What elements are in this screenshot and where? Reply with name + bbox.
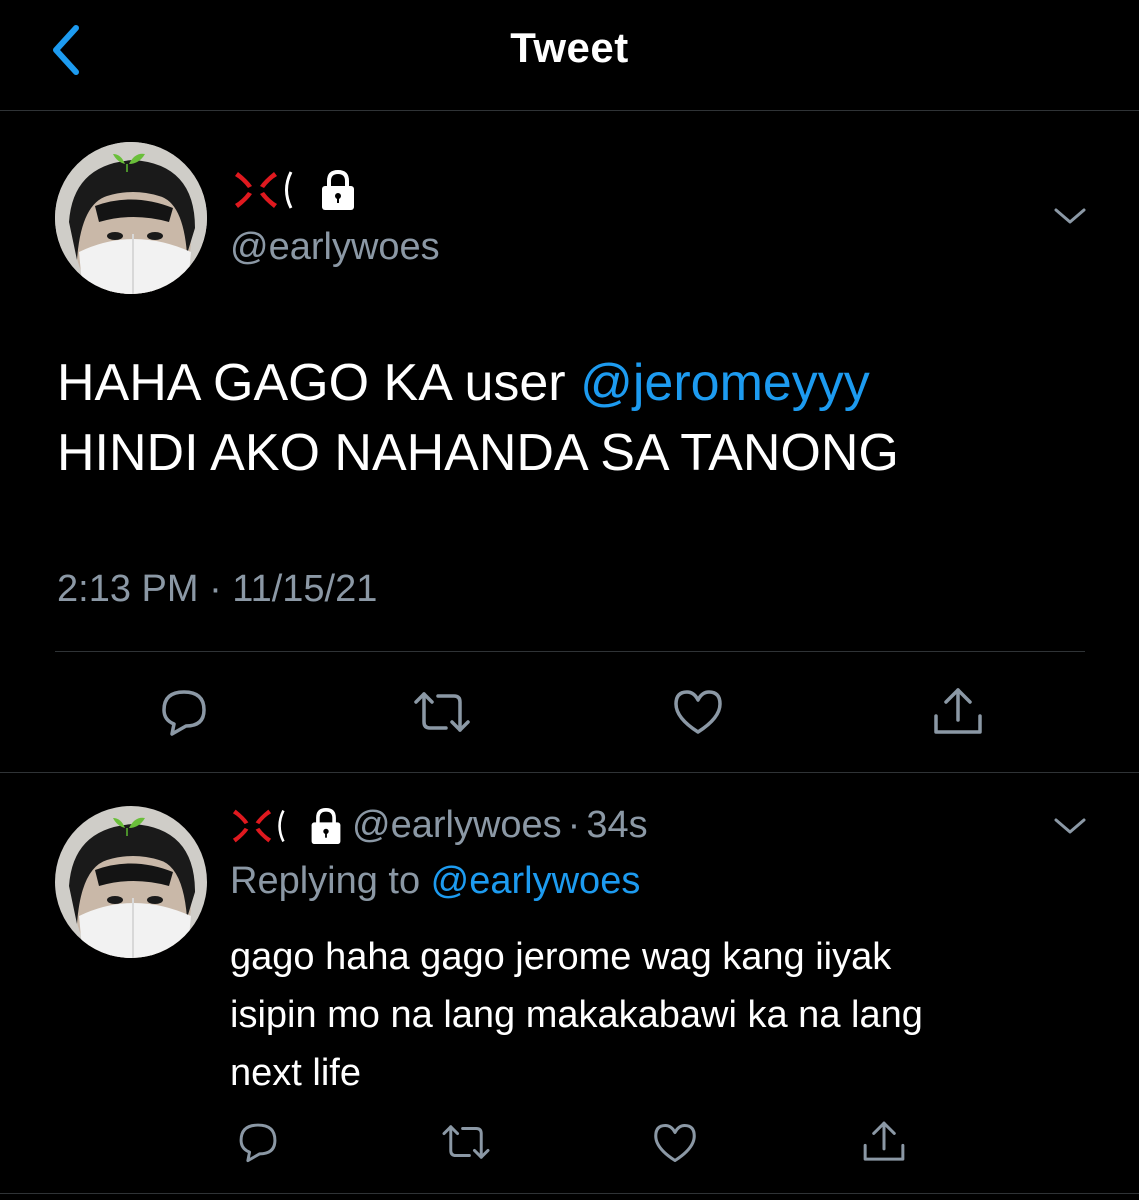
tweet-timestamp[interactable]: 2:13 PM · 11/15/21 — [57, 568, 377, 611]
reply-text: gago haha gago jerome wag kang iiyak isip… — [230, 928, 1090, 1102]
replying-prefix: Replying to — [230, 860, 431, 902]
reply-icon — [239, 1123, 277, 1163]
avatar[interactable] — [55, 806, 207, 958]
retweet-icon — [442, 1125, 490, 1159]
like-button[interactable] — [672, 688, 724, 741]
share-icon — [863, 1121, 905, 1161]
divider — [0, 1193, 1139, 1194]
replying-to-link[interactable]: @earlywoes — [431, 860, 641, 902]
divider — [0, 772, 1139, 773]
retweet-button[interactable] — [440, 1120, 492, 1169]
divider — [55, 651, 1085, 652]
meta-separator: · — [567, 804, 581, 846]
lock-icon — [311, 807, 341, 844]
chevron-down-icon — [1054, 208, 1086, 224]
chevron-down-icon — [1054, 818, 1086, 834]
like-icon — [654, 1123, 696, 1163]
tweet-text-line2: HINDI AKO NAHANDA SA TANONG — [57, 424, 899, 482]
paren-glyph — [278, 809, 285, 842]
reply-text-line2: isipin mo na lang makakabawi ka na lang — [230, 994, 923, 1036]
replying-to: Replying to @earlywoes — [230, 860, 640, 903]
retweet-icon — [414, 692, 470, 732]
tweet-text-part: HAHA GAGO KA user — [57, 354, 581, 412]
anger-symbol-icon — [232, 809, 272, 842]
anger-symbol-icon — [235, 172, 277, 208]
lock-icon — [322, 169, 354, 210]
share-button[interactable] — [860, 1118, 908, 1171]
share-icon — [934, 688, 982, 734]
profile-photo — [55, 806, 207, 958]
reply-button[interactable] — [158, 686, 210, 743]
share-button[interactable] — [930, 684, 986, 745]
like-button[interactable] — [652, 1122, 698, 1169]
reply-time-ago[interactable]: 34s — [586, 804, 647, 847]
top-nav-bar: Tweet — [0, 0, 1139, 111]
profile-photo — [55, 142, 207, 294]
reply-text-line3: next life — [230, 1052, 361, 1094]
paren-glyph — [285, 171, 293, 209]
tweet-menu-button[interactable] — [1050, 200, 1090, 237]
reply-menu-button[interactable] — [1050, 810, 1090, 847]
avatar[interactable] — [55, 142, 207, 294]
reply-author-row[interactable]: @earlywoes · 34s — [230, 804, 648, 847]
reply-icon — [162, 690, 206, 736]
reply-author-handle[interactable]: @earlywoes — [352, 804, 562, 847]
like-icon — [674, 690, 722, 734]
author-name[interactable] — [232, 168, 358, 212]
author-handle[interactable]: @earlywoes — [230, 226, 440, 269]
page-title: Tweet — [510, 24, 629, 71]
tweet-text: HAHA GAGO KA user @jeromeyyy HINDI AKO NA… — [57, 348, 1097, 488]
reply-text-line1: gago haha gago jerome wag kang iiyak — [230, 936, 892, 978]
retweet-button[interactable] — [412, 686, 472, 743]
reply-button[interactable] — [236, 1120, 280, 1169]
mention-link[interactable]: @jeromeyyy — [580, 354, 870, 412]
